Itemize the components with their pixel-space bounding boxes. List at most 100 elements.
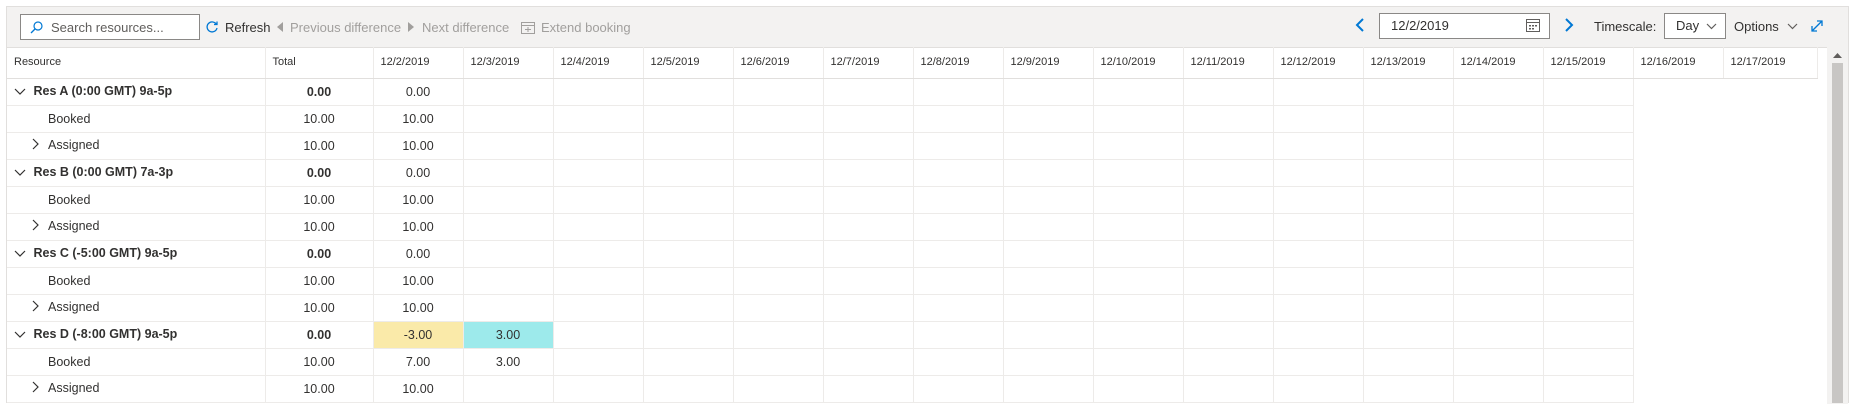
date-cell[interactable] <box>1363 348 1454 376</box>
assigned-row[interactable]: Assigned 10.00 10.00 <box>7 132 1817 160</box>
date-cell[interactable] <box>463 294 554 322</box>
assigned-label-cell[interactable]: Assigned <box>7 375 266 403</box>
resource-name-cell[interactable]: Res D (-8:00 GMT) 9a-5p <box>7 321 266 349</box>
date-cell[interactable] <box>553 240 644 268</box>
date-cell[interactable] <box>1183 348 1274 376</box>
date-cell[interactable] <box>1273 159 1364 187</box>
date-cell[interactable] <box>1453 240 1544 268</box>
options-menu-button[interactable]: Options <box>1734 19 1798 34</box>
date-cell[interactable] <box>463 267 554 295</box>
date-cell[interactable] <box>1093 321 1184 349</box>
column-header-date[interactable]: 12/17/2019 <box>1723 47 1818 79</box>
date-cell[interactable] <box>1363 132 1454 160</box>
column-header-date[interactable]: 12/7/2019 <box>823 47 914 79</box>
date-cell[interactable] <box>643 186 734 214</box>
date-cell[interactable] <box>1363 159 1454 187</box>
assigned-row[interactable]: Assigned 10.00 10.00 <box>7 375 1817 403</box>
date-cell[interactable] <box>463 240 554 268</box>
date-cell[interactable] <box>1183 321 1274 349</box>
date-cell[interactable]: 10.00 <box>373 105 464 133</box>
date-cell[interactable] <box>733 321 824 349</box>
date-cell[interactable] <box>1543 267 1634 295</box>
date-cell[interactable] <box>643 375 734 403</box>
date-cell[interactable] <box>1183 240 1274 268</box>
date-cell[interactable] <box>463 78 554 106</box>
expand-button[interactable] <box>1810 19 1824 38</box>
date-cell[interactable] <box>913 78 1004 106</box>
date-cell[interactable]: 10.00 <box>373 132 464 160</box>
date-cell[interactable] <box>1183 78 1274 106</box>
column-header-date[interactable]: 12/4/2019 <box>553 47 644 79</box>
resource-row[interactable]: Res C (-5:00 GMT) 9a-5p 0.00 0.00 <box>7 240 1817 268</box>
date-cell[interactable] <box>913 132 1004 160</box>
date-cell[interactable] <box>463 375 554 403</box>
date-cell[interactable] <box>1273 267 1364 295</box>
date-cell[interactable] <box>913 186 1004 214</box>
date-cell[interactable] <box>733 213 824 241</box>
date-cell[interactable] <box>1183 159 1274 187</box>
date-cell[interactable] <box>1543 186 1634 214</box>
date-cell[interactable] <box>823 78 914 106</box>
next-difference-button[interactable]: Next difference <box>407 16 509 38</box>
extend-booking-button[interactable]: Extend booking <box>521 16 631 38</box>
scrollbar-thumb[interactable] <box>1832 63 1843 403</box>
date-cell[interactable] <box>1003 294 1094 322</box>
timescale-select[interactable]: Day <box>1664 13 1726 39</box>
date-cell[interactable] <box>1003 267 1094 295</box>
column-header-date[interactable]: 12/12/2019 <box>1273 47 1364 79</box>
date-cell[interactable] <box>733 132 824 160</box>
date-cell[interactable] <box>1003 159 1094 187</box>
date-cell[interactable] <box>643 267 734 295</box>
date-cell[interactable]: 0.00 <box>373 159 464 187</box>
date-cell[interactable] <box>553 375 644 403</box>
date-cell[interactable] <box>1453 348 1544 376</box>
date-cell[interactable] <box>823 105 914 133</box>
resource-row[interactable]: Res A (0:00 GMT) 9a-5p 0.00 0.00 <box>7 78 1817 106</box>
date-cell[interactable]: 3.00 <box>463 348 554 376</box>
column-header-date[interactable]: 12/2/2019 <box>373 47 464 79</box>
date-cell[interactable] <box>1183 294 1274 322</box>
date-cell[interactable] <box>1453 186 1544 214</box>
date-cell[interactable] <box>553 105 644 133</box>
date-cell[interactable] <box>1003 321 1094 349</box>
date-cell[interactable] <box>733 78 824 106</box>
date-cell[interactable] <box>643 159 734 187</box>
chevron-down-icon[interactable] <box>14 166 30 180</box>
date-cell[interactable] <box>463 186 554 214</box>
date-cell[interactable] <box>823 213 914 241</box>
chevron-right-icon[interactable] <box>32 381 48 396</box>
date-cell[interactable] <box>553 321 644 349</box>
date-cell[interactable] <box>823 375 914 403</box>
date-cell[interactable]: 10.00 <box>373 294 464 322</box>
date-cell[interactable] <box>1003 105 1094 133</box>
date-cell[interactable] <box>553 186 644 214</box>
date-cell[interactable] <box>1273 78 1364 106</box>
date-cell[interactable] <box>463 132 554 160</box>
date-cell[interactable] <box>1453 294 1544 322</box>
date-cell[interactable] <box>1093 375 1184 403</box>
date-cell[interactable] <box>1093 159 1184 187</box>
column-header-resource[interactable]: Resource <box>7 47 266 79</box>
date-cell[interactable]: 10.00 <box>373 213 464 241</box>
date-cell[interactable] <box>1093 186 1184 214</box>
date-cell[interactable] <box>913 348 1004 376</box>
date-cell[interactable] <box>643 321 734 349</box>
chevron-down-icon[interactable] <box>14 85 30 99</box>
date-cell[interactable] <box>1183 132 1274 160</box>
previous-difference-button[interactable]: Previous difference <box>275 16 401 38</box>
date-cell[interactable] <box>913 294 1004 322</box>
date-cell[interactable] <box>1543 78 1634 106</box>
date-cell[interactable] <box>733 186 824 214</box>
date-cell[interactable] <box>1453 213 1544 241</box>
date-cell[interactable] <box>1093 240 1184 268</box>
date-cell[interactable] <box>1453 105 1544 133</box>
date-cell[interactable] <box>1363 294 1454 322</box>
date-cell[interactable] <box>913 240 1004 268</box>
resource-row[interactable]: Res B (0:00 GMT) 7a-3p 0.00 0.00 <box>7 159 1817 187</box>
date-picker[interactable]: 12/2/2019 <box>1379 13 1550 39</box>
chevron-right-icon[interactable] <box>32 300 48 315</box>
date-cell[interactable] <box>463 105 554 133</box>
column-header-date[interactable]: 12/9/2019 <box>1003 47 1094 79</box>
column-header-date[interactable]: 12/15/2019 <box>1543 47 1634 79</box>
search-box[interactable] <box>20 14 200 40</box>
